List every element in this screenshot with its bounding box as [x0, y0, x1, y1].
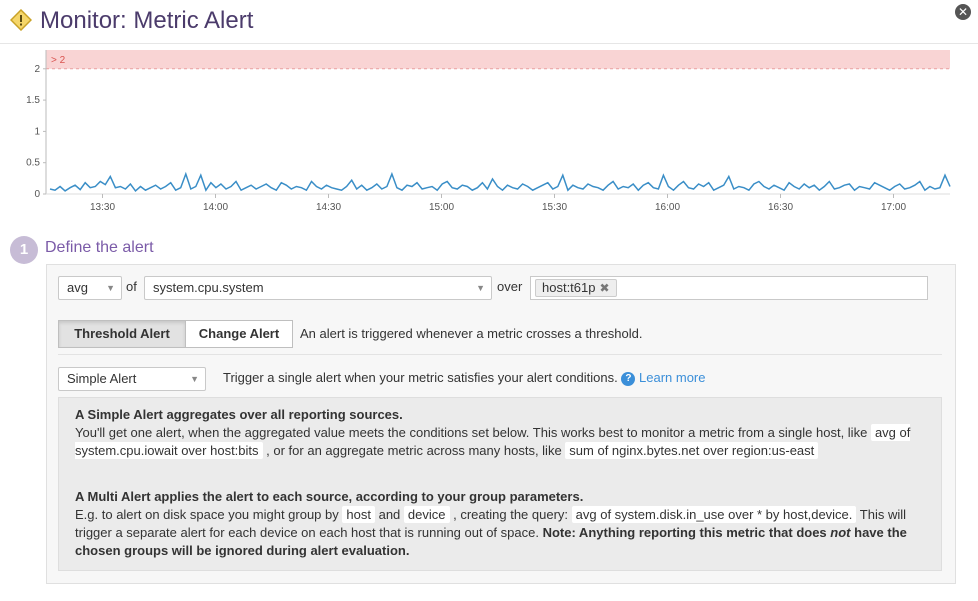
alert-type-description: An alert is triggered whenever a metric …: [300, 326, 643, 341]
metric-select[interactable]: system.cpu.system ▼: [144, 276, 492, 300]
x-tick-label: 14:00: [203, 202, 228, 213]
change-alert-button[interactable]: Change Alert: [185, 320, 293, 348]
y-tick-label: 0.5: [26, 158, 40, 169]
section-title: Define the alert: [45, 239, 154, 256]
scope-tag-label: host:t61p: [542, 280, 596, 295]
multi-text-2: and: [378, 507, 401, 522]
y-tick-label: 2: [34, 64, 40, 75]
threshold-label: > 2: [51, 55, 66, 66]
x-tick-label: 16:00: [655, 202, 680, 213]
alert-mode-value: Simple Alert: [67, 371, 137, 386]
page-title: Monitor: Metric Alert: [40, 7, 254, 34]
chevron-down-icon: ▼: [190, 374, 199, 384]
multi-text-1: E.g. to alert on disk space you might gr…: [75, 507, 339, 522]
remove-tag-icon[interactable]: ✖: [600, 281, 610, 295]
series-line: [49, 171, 951, 193]
x-tick-label: 14:30: [316, 202, 341, 213]
x-tick-label: 17:00: [881, 202, 906, 213]
metric-value: system.cpu.system: [153, 280, 264, 295]
multi-alert-info: A Multi Alert applies the alert to each …: [75, 488, 935, 560]
simple-alert-heading: A Simple Alert aggregates over all repor…: [75, 407, 403, 422]
example-code: device: [403, 506, 450, 523]
y-tick-label: 0: [34, 189, 40, 200]
scope-tag: host:t61p ✖: [535, 279, 617, 297]
help-icon[interactable]: ?: [621, 371, 636, 386]
close-icon[interactable]: ✕: [955, 4, 971, 20]
y-tick-label: 1.5: [26, 95, 40, 106]
chevron-down-icon: ▼: [106, 283, 115, 293]
chevron-down-icon: ▼: [476, 283, 485, 293]
over-label: over: [497, 279, 523, 294]
example-code: avg of system.disk.in_use over * by host…: [571, 506, 857, 523]
scope-input[interactable]: host:t61p ✖: [530, 276, 928, 300]
metric-chart: > 2 0 0.5 1 1.5 2 13:30 14:00 14:30 15:00 15:30 16:…: [0, 44, 978, 224]
step-number-badge: 1: [10, 236, 38, 264]
simple-alert-info: A Simple Alert aggregates over all repor…: [75, 406, 935, 460]
alert-mode-row: Trigger a single alert when your metric …: [223, 370, 705, 386]
warning-icon: [10, 9, 32, 31]
chart-svg: > 2 0 0.5 1 1.5 2 13:30 14:00 14:30 15:00 15:30 16:…: [26, 50, 951, 213]
alert-mode-info-box: A Simple Alert aggregates over all repor…: [58, 397, 942, 571]
aggregation-value: avg: [67, 280, 88, 295]
example-code: host: [342, 506, 375, 523]
x-tick-label: 15:30: [542, 202, 567, 213]
simple-text-2: , or for an aggregate metric across many…: [266, 443, 562, 458]
aggregation-select[interactable]: avg ▼: [58, 276, 122, 300]
multi-alert-heading: A Multi Alert applies the alert to each …: [75, 489, 584, 504]
alert-mode-description: Trigger a single alert when your metric …: [223, 370, 618, 385]
modal-header: Monitor: Metric Alert ✕: [0, 0, 978, 44]
learn-more-link[interactable]: Learn more: [639, 370, 705, 385]
simple-text-1: You'll get one alert, when the aggregate…: [75, 425, 868, 440]
example-code: sum of nginx.bytes.net over region:us-ea…: [565, 442, 819, 459]
multi-text-3: , creating the query:: [453, 507, 569, 522]
alert-mode-select[interactable]: Simple Alert ▼: [58, 367, 206, 391]
divider: [58, 354, 942, 355]
threshold-alert-button[interactable]: Threshold Alert: [58, 320, 186, 348]
x-tick-label: 16:30: [768, 202, 793, 213]
of-label: of: [126, 279, 137, 294]
x-tick-label: 13:30: [90, 202, 115, 213]
threshold-band: [46, 50, 950, 69]
y-tick-label: 1: [34, 126, 40, 137]
x-tick-label: 15:00: [429, 202, 454, 213]
